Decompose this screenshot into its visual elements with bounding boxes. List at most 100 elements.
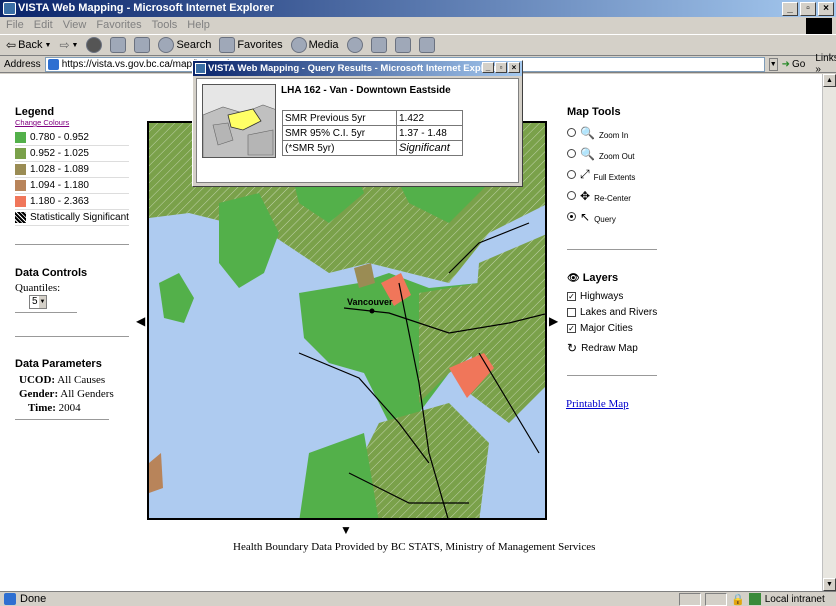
re-center-icon: ✥ xyxy=(580,188,591,203)
legend-label: 1.028 - 1.089 xyxy=(30,164,89,175)
popup-maximize-button[interactable]: ▫ xyxy=(495,62,507,73)
tool-radio[interactable] xyxy=(567,149,576,158)
quantiles-label: Quantiles: xyxy=(15,282,61,294)
pan-south-arrow-icon[interactable]: ▼ xyxy=(340,523,352,537)
chevron-down-icon: ▼ xyxy=(71,41,79,49)
minimize-button[interactable]: _ xyxy=(782,2,798,16)
quantiles-value: 5 xyxy=(32,296,38,307)
change-colours-link[interactable]: Change Colours xyxy=(15,118,129,127)
print-icon[interactable] xyxy=(394,37,411,53)
city-marker xyxy=(369,308,375,314)
legend-label: 1.180 - 2.363 xyxy=(30,196,89,207)
media-button[interactable]: Media xyxy=(290,37,339,53)
legend-item: 1.180 - 2.363 xyxy=(15,194,129,210)
browser-toolbar: ⇦ Back ▼ ⇨ ▼ Search Favorites Media xyxy=(0,34,836,56)
tool-radio[interactable] xyxy=(567,191,576,200)
menu-favorites[interactable]: Favorites xyxy=(96,17,141,34)
scroll-up-button[interactable]: ▲ xyxy=(823,74,836,87)
query-results-window[interactable]: VISTA Web Mapping - Query Results - Micr… xyxy=(192,60,523,187)
window-title-bar: VISTA Web Mapping - Microsoft Internet E… xyxy=(0,0,836,17)
query-value: 1.37 - 1.48 xyxy=(396,125,463,141)
quantiles-select[interactable]: 5 ▼ xyxy=(29,295,47,309)
menu-edit[interactable]: Edit xyxy=(34,17,53,34)
window-title: VISTA Web Mapping - Microsoft Internet E… xyxy=(18,2,274,14)
map-tool-zoom-in[interactable]: 🔍 Zoom In xyxy=(567,122,657,143)
intranet-icon xyxy=(748,593,761,605)
maximize-button[interactable]: ▫ xyxy=(800,2,816,16)
popup-close-button[interactable]: × xyxy=(508,62,520,73)
divider xyxy=(567,375,657,376)
legend-item: 1.028 - 1.089 xyxy=(15,162,129,178)
map-tools-list: 🔍 Zoom In 🔍 Zoom Out ⤢ Full Extents ✥ Re-Center… xyxy=(567,122,657,227)
menu-file[interactable]: File xyxy=(6,17,24,34)
legend-item: 1.094 - 1.180 xyxy=(15,178,129,194)
divider xyxy=(15,419,109,420)
close-button[interactable]: × xyxy=(818,2,834,16)
layer-checkbox[interactable]: ✓ xyxy=(567,323,576,333)
popup-body: LHA 162 - Van - Downtown Eastside SMR Pr… xyxy=(196,78,519,183)
stop-icon[interactable] xyxy=(86,37,103,53)
layer-checkbox[interactable]: ✓ xyxy=(567,291,576,301)
mail-icon[interactable] xyxy=(370,37,387,53)
tool-radio[interactable] xyxy=(567,128,576,137)
page-icon xyxy=(47,58,59,70)
ucod-value: All Causes xyxy=(57,374,106,386)
forward-button[interactable]: ⇨ ▼ xyxy=(59,38,78,52)
printable-map-link[interactable]: Printable Map xyxy=(566,398,629,410)
legend-title: Legend xyxy=(15,106,55,118)
divider xyxy=(15,244,129,245)
popup-minimize-button[interactable]: _ xyxy=(482,62,494,73)
pan-east-arrow-icon[interactable]: ▶ xyxy=(549,314,558,328)
map-tool-query[interactable]: ↖ Query xyxy=(567,206,657,227)
menu-tools[interactable]: Tools xyxy=(152,17,178,34)
query-value: 1.422 xyxy=(396,110,463,126)
legend-item: 0.780 - 0.952 xyxy=(15,130,129,146)
favorites-icon xyxy=(219,37,236,53)
popup-title-bar: VISTA Web Mapping - Query Results - Micr… xyxy=(193,61,522,76)
scroll-down-button[interactable]: ▼ xyxy=(823,578,836,591)
query-row: (*SMR 5yr) Significant xyxy=(282,140,463,156)
search-button[interactable]: Search xyxy=(158,37,211,53)
pan-west-arrow-icon[interactable]: ◀ xyxy=(136,314,145,328)
tool-label: Zoom In xyxy=(598,131,629,140)
home-icon[interactable] xyxy=(134,37,151,53)
tool-label: Query xyxy=(594,215,616,224)
ucod-label: UCOD: xyxy=(19,374,56,386)
menu-help[interactable]: Help xyxy=(187,17,210,34)
legend-label: 0.952 - 1.025 xyxy=(30,148,89,159)
menu-view[interactable]: View xyxy=(63,17,87,34)
back-button[interactable]: ⇦ Back ▼ xyxy=(6,38,51,52)
refresh-icon[interactable] xyxy=(110,37,127,53)
legend-item: 0.952 - 1.025 xyxy=(15,146,129,162)
layer-label: Lakes and Rivers xyxy=(580,306,658,318)
map-tool-re-center[interactable]: ✥ Re-Center xyxy=(567,185,657,206)
history-icon[interactable] xyxy=(346,37,363,53)
divider xyxy=(567,249,657,250)
vertical-scrollbar[interactable]: ▲ ▼ xyxy=(822,74,836,591)
legend-swatch xyxy=(15,180,26,191)
time-value: 2004 xyxy=(58,402,81,414)
data-controls-title: Data Controls xyxy=(15,267,88,279)
search-icon xyxy=(158,37,175,53)
lock-icon: 🔒 xyxy=(731,593,745,606)
layer-checkbox[interactable] xyxy=(567,307,576,317)
tool-radio[interactable] xyxy=(567,170,576,179)
favorites-label: Favorites xyxy=(237,39,283,51)
tool-label: Full Extents xyxy=(593,173,636,182)
go-button[interactable]: ➜ Go xyxy=(782,59,806,70)
links-button[interactable]: Links » xyxy=(815,53,836,75)
favorites-button[interactable]: Favorites xyxy=(219,37,283,53)
edit-icon[interactable] xyxy=(418,37,435,53)
legend-swatch xyxy=(15,132,26,143)
map-tool-full-extents[interactable]: ⤢ Full Extents xyxy=(567,164,657,185)
redraw-map-button[interactable]: ↻ Redraw Map xyxy=(567,341,677,355)
tool-radio[interactable] xyxy=(567,212,576,221)
tool-label: Re-Center xyxy=(594,194,631,203)
region-thumbnail xyxy=(202,84,276,158)
layer-item: ✓ Highways xyxy=(567,288,677,304)
map-tool-zoom-out[interactable]: 🔍 Zoom Out xyxy=(567,143,657,164)
layer-item: Lakes and Rivers xyxy=(567,304,677,320)
address-dropdown-button[interactable]: ▼ xyxy=(768,57,778,71)
data-controls: Data Controls Quantiles: 5 ▼ xyxy=(15,267,129,309)
layers-title: Layers xyxy=(582,272,619,284)
